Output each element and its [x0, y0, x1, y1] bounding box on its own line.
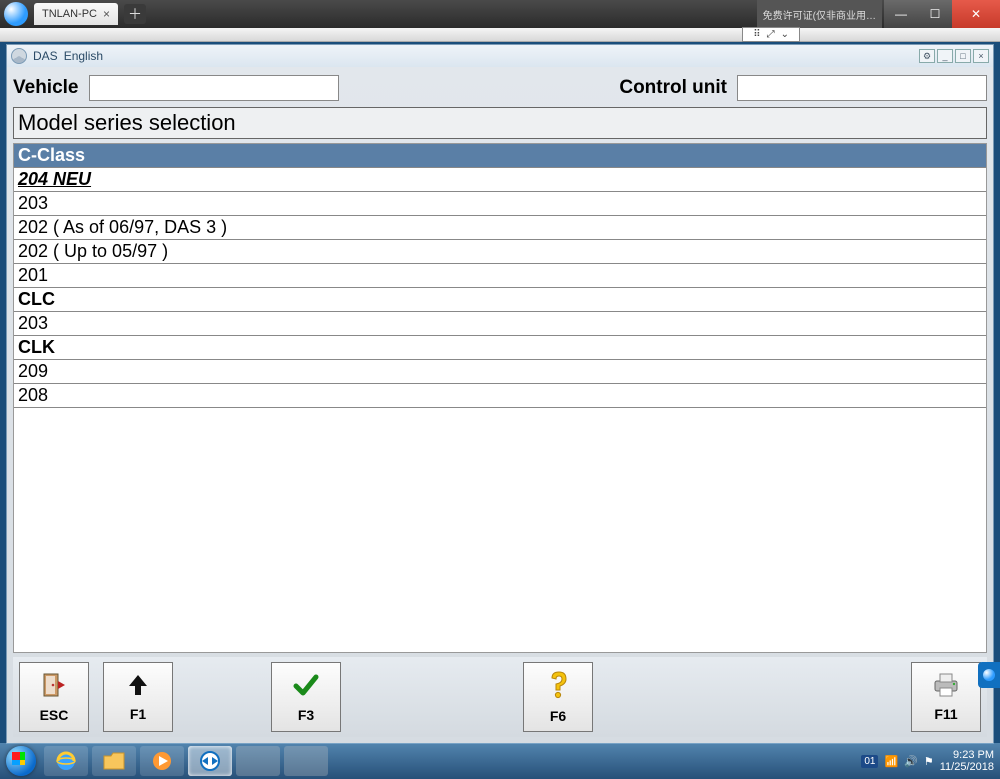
printer-icon — [931, 672, 961, 702]
mercedes-logo-icon — [11, 48, 27, 64]
app-title-prefix: DAS — [33, 49, 58, 63]
browser-tab[interactable]: TNLAN-PC × — [34, 3, 118, 25]
model-group-row: CLK — [14, 336, 986, 360]
model-row[interactable]: 203 — [14, 312, 986, 336]
check-icon — [292, 671, 320, 703]
model-row[interactable]: 201 — [14, 264, 986, 288]
chevron-down-icon: ⌄ — [781, 29, 789, 40]
teamviewer-icon — [4, 2, 28, 26]
license-badge: 免费许可证(仅非商业用… — [757, 0, 882, 28]
f3-button[interactable]: F3 — [271, 662, 341, 732]
model-row[interactable]: 208 — [14, 384, 986, 408]
field-row: Vehicle Control unit — [13, 73, 987, 103]
function-key-bar: ESC F1 F3 F6 — [13, 657, 987, 737]
browser-titlebar: TNLAN-PC × ＋ 免费许可证(仅非商业用… — ☐ ✕ — [0, 0, 1000, 28]
model-group-row: C-Class — [14, 144, 986, 168]
remote-toolbar-strip: ⠿ ⤢ ⌄ — [0, 28, 1000, 42]
window-minimize-button[interactable]: — — [884, 0, 918, 28]
system-tray: 01 📶 🔊 ⚑ 9:23 PM 11/25/2018 — [861, 749, 1000, 773]
esc-button[interactable]: ESC — [19, 662, 89, 732]
tray-sound-icon[interactable]: 🔊 — [904, 755, 918, 768]
new-tab-button[interactable]: ＋ — [124, 4, 146, 24]
windows-taskbar: 01 📶 🔊 ⚑ 9:23 PM 11/25/2018 — [0, 743, 1000, 779]
teamviewer-side-tab[interactable] — [978, 662, 1000, 688]
ie-task-icon[interactable] — [44, 746, 88, 776]
move-icon: ⠿ — [753, 29, 760, 40]
f3-label: F3 — [298, 707, 314, 723]
remote-dock-handle[interactable]: ⠿ ⤢ ⌄ — [742, 27, 800, 42]
control-unit-field[interactable] — [737, 75, 987, 101]
f11-label: F11 — [934, 706, 957, 722]
clock-time: 9:23 PM — [940, 749, 994, 761]
das-body: Vehicle Control unit Model series select… — [7, 67, 993, 743]
tab-title: TNLAN-PC — [42, 8, 97, 20]
model-row[interactable]: 209 — [14, 360, 986, 384]
tab-close-icon[interactable]: × — [103, 7, 110, 21]
esc-label: ESC — [40, 707, 69, 723]
door-exit-icon — [40, 671, 68, 703]
teamviewer-task-icon[interactable] — [188, 746, 232, 776]
model-list: C-Class204 NEU203202 ( As of 06/97, DAS … — [13, 143, 987, 653]
f11-button[interactable]: F11 — [911, 662, 981, 732]
ime-indicator[interactable]: 01 — [861, 755, 878, 768]
tray-network-icon[interactable]: 📶 — [884, 755, 898, 768]
taskbar-clock[interactable]: 9:23 PM 11/25/2018 — [940, 749, 994, 773]
window-maximize-button[interactable]: ☐ — [918, 0, 952, 28]
media-task-icon[interactable] — [140, 746, 184, 776]
f6-button[interactable]: F6 — [523, 662, 593, 732]
clock-date: 11/25/2018 — [940, 761, 994, 773]
app-maximize-button[interactable]: □ — [955, 49, 971, 63]
f1-button[interactable]: F1 — [103, 662, 173, 732]
model-row[interactable]: 202 ( Up to 05/97 ) — [14, 240, 986, 264]
model-row[interactable]: 204 NEU — [14, 168, 986, 192]
f6-label: F6 — [550, 708, 566, 724]
tray-flag-icon[interactable]: ⚑ — [924, 755, 934, 768]
expand-icon: ⤢ — [767, 29, 775, 40]
app-task-icon[interactable] — [236, 746, 280, 776]
vehicle-label: Vehicle — [13, 77, 79, 99]
model-group-row: CLC — [14, 288, 986, 312]
help-icon — [545, 670, 571, 704]
control-unit-label: Control unit — [619, 77, 727, 99]
model-row[interactable]: 203 — [14, 192, 986, 216]
window-close-button[interactable]: ✕ — [952, 0, 1000, 28]
das-titlebar: DAS English ⚙ _ □ × — [7, 45, 993, 67]
start-button[interactable] — [0, 743, 42, 779]
model-row[interactable]: 202 ( As of 06/97, DAS 3 ) — [14, 216, 986, 240]
arrow-up-icon — [125, 672, 151, 702]
section-heading: Model series selection — [13, 107, 987, 139]
app-close-button[interactable]: × — [973, 49, 989, 63]
app-task-icon-2[interactable] — [284, 746, 328, 776]
app-minimize-button[interactable]: _ — [937, 49, 953, 63]
app-gear-button[interactable]: ⚙ — [919, 49, 935, 63]
app-title-lang: English — [64, 49, 103, 63]
vehicle-field[interactable] — [89, 75, 339, 101]
explorer-task-icon[interactable] — [92, 746, 136, 776]
das-app-window: DAS English ⚙ _ □ × Vehicle Control unit… — [6, 44, 994, 744]
f1-label: F1 — [130, 706, 146, 722]
